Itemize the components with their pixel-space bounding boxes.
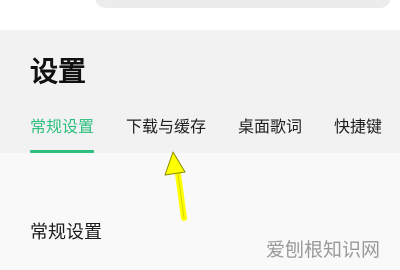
settings-tabs: 常规设置 下载与缓存 桌面歌词 快捷键 [0, 111, 400, 153]
tab-general-settings[interactable]: 常规设置 [30, 111, 95, 153]
tab-shortcuts[interactable]: 快捷键 [334, 111, 382, 153]
arrow-icon [164, 151, 187, 221]
section-title: 常规设置 [30, 222, 102, 243]
tab-label: 快捷键 [334, 117, 383, 136]
tab-download-cache[interactable]: 下载与缓存 [126, 111, 206, 153]
page-title: 设置 [30, 55, 87, 88]
tab-label: 下载与缓存 [126, 117, 207, 136]
watermark: 爱刨根知识网 [266, 239, 381, 261]
tab-desktop-lyrics[interactable]: 桌面歌词 [238, 111, 302, 153]
tab-label: 常规设置 [30, 117, 95, 136]
top-bar [0, 0, 400, 30]
tab-label: 桌面歌词 [238, 117, 303, 136]
search-input[interactable] [95, 0, 391, 8]
